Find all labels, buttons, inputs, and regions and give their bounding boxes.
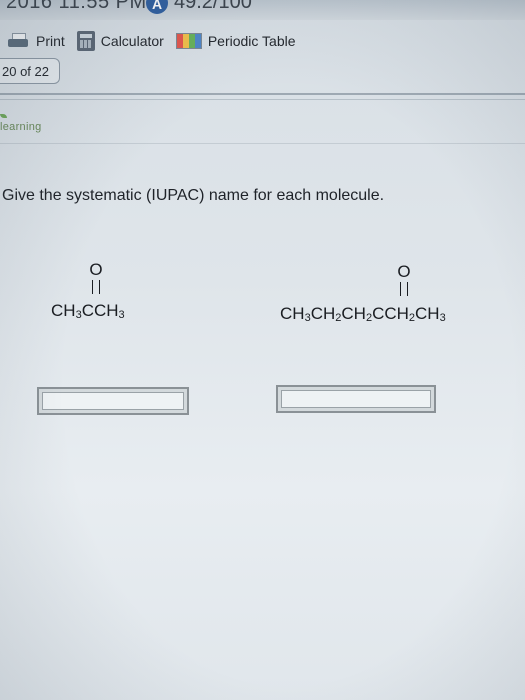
calculator-label: Calculator bbox=[100, 33, 164, 49]
question-prompt: Give the systematic (IUPAC) name for eac… bbox=[2, 187, 385, 204]
header-divider-secondary bbox=[0, 99, 525, 100]
calculator-icon bbox=[76, 31, 95, 51]
printer-icon bbox=[6, 32, 30, 50]
carbonyl-oxygen: O bbox=[397, 262, 411, 281]
answer-input-1[interactable] bbox=[43, 393, 183, 410]
header-divider bbox=[0, 93, 525, 95]
periodic-table-icon bbox=[175, 33, 202, 49]
content-divider bbox=[0, 143, 525, 144]
photo-vignette bbox=[0, 0, 525, 700]
leaf-icon bbox=[0, 114, 7, 118]
toolbar: Print Calculator Periodic Table bbox=[0, 24, 525, 58]
score-text: 49.2/100 bbox=[174, 0, 252, 13]
learning-logo: learning bbox=[0, 114, 42, 133]
print-label: Print bbox=[36, 33, 65, 49]
page-counter: 20 of 22 bbox=[0, 58, 60, 84]
carbonyl-group-2: O bbox=[396, 263, 412, 296]
carbonyl-group-1: O bbox=[88, 261, 104, 294]
timestamp: 2016 11:55 PM bbox=[6, 0, 147, 13]
periodic-table-button[interactable]: Periodic Table bbox=[175, 33, 296, 49]
calculator-button[interactable]: Calculator bbox=[76, 31, 164, 51]
double-bond bbox=[92, 280, 100, 294]
periodic-table-label: Periodic Table bbox=[207, 33, 296, 49]
status-bar: 2016 11:55 PM A 49.2/100 bbox=[0, 0, 525, 20]
score-badge: A bbox=[146, 0, 168, 14]
answer-input-2[interactable] bbox=[282, 391, 430, 408]
answer-box-2 bbox=[276, 385, 436, 413]
molecule-formula-1: CH3CCH3 bbox=[51, 301, 125, 321]
double-bond bbox=[400, 282, 408, 296]
molecule-formula-2: CH3CH2CH2CCH2CH3 bbox=[280, 304, 446, 324]
print-button[interactable]: Print bbox=[6, 32, 65, 50]
answer-box-1 bbox=[37, 387, 189, 415]
logo-text: learning bbox=[0, 121, 42, 133]
carbonyl-oxygen: O bbox=[89, 260, 103, 279]
